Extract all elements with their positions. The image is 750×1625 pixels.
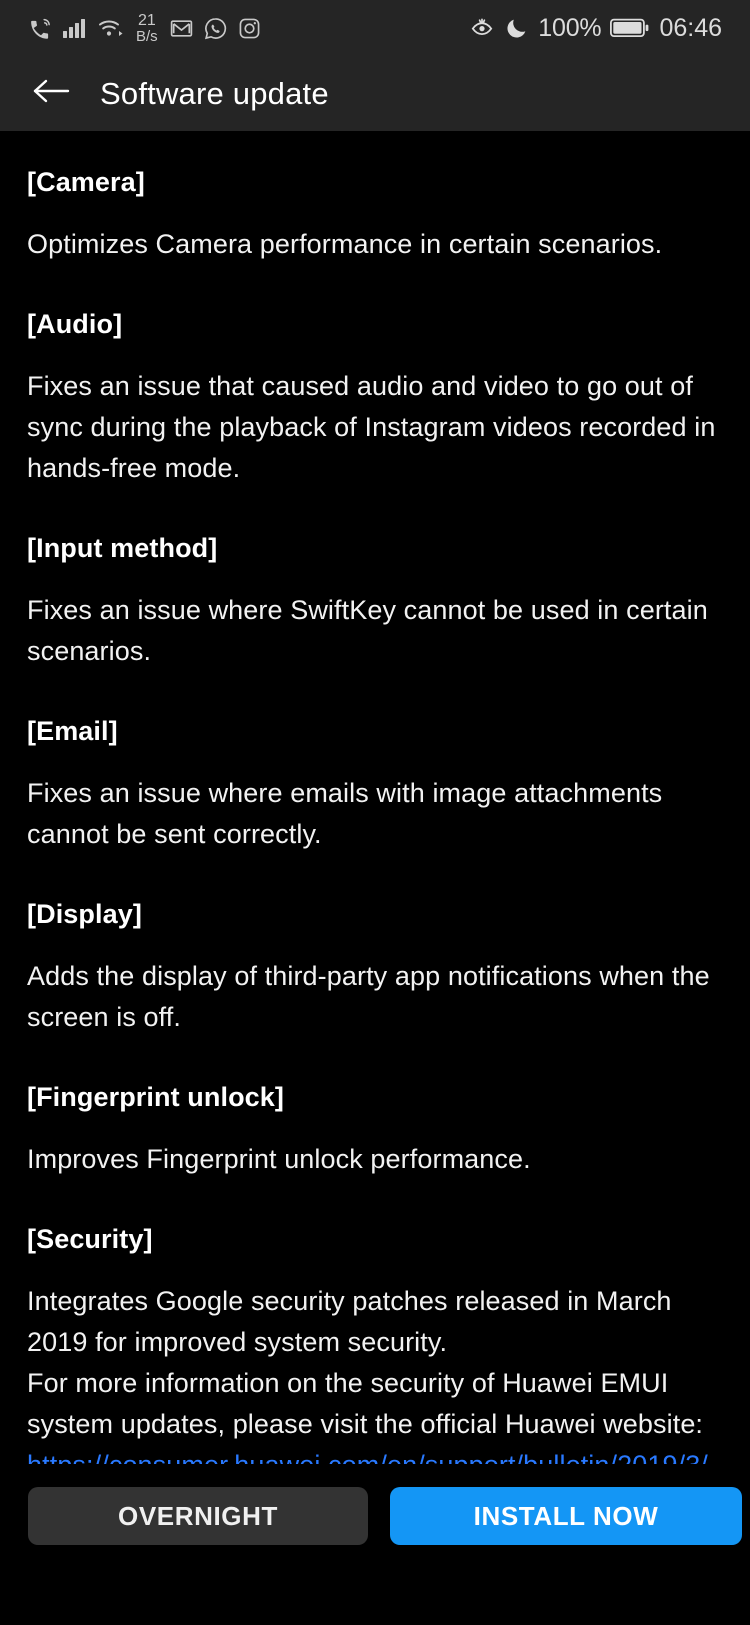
section-body-audio: Fixes an issue that caused audio and vid…: [27, 371, 716, 484]
action-button-bar: OVERNIGHT INSTALL NOW: [0, 1464, 750, 1625]
back-arrow-icon: [31, 75, 71, 112]
section-heading-fingerprint-unlock: [Fingerprint unlock]: [27, 1082, 284, 1113]
status-bar-right: 100% 06:46: [469, 14, 722, 43]
app-bar: Software update: [0, 56, 750, 131]
security-paragraph-1: Integrates Google security patches relea…: [27, 1286, 672, 1358]
section-body-camera: Optimizes Camera performance in certain …: [27, 229, 663, 259]
battery-full-icon: [610, 17, 650, 39]
whatsapp-icon: [203, 16, 228, 41]
data-rate-unit: B/s: [136, 27, 158, 45]
status-bar-left: 21 B/s: [28, 11, 262, 45]
install-now-button[interactable]: INSTALL NOW: [390, 1487, 742, 1545]
wifi-icon: [97, 16, 125, 40]
release-notes-scroll-area[interactable]: [Camera] Optimizes Camera performance in…: [0, 131, 750, 1464]
section-body-display: Adds the display of third-party app noti…: [27, 961, 710, 1033]
data-rate-indicator: 21 B/s: [136, 11, 158, 45]
section-body-security: Integrates Google security patches relea…: [27, 1281, 723, 1464]
signal-bars-icon: [62, 16, 88, 40]
status-bar-clock: 06:46: [659, 13, 722, 42]
section-heading-input-method: [Input method]: [27, 533, 218, 564]
security-paragraph-2: For more information on the security of …: [27, 1368, 704, 1440]
back-button[interactable]: [28, 71, 74, 117]
release-notes-body: [Camera] Optimizes Camera performance in…: [27, 131, 723, 1464]
data-rate-value: 21: [137, 11, 156, 29]
section-body-fingerprint-unlock: Improves Fingerprint unlock performance.: [27, 1144, 531, 1175]
missed-call-icon: [28, 16, 53, 41]
status-bar: 21 B/s 100% 06:46: [0, 0, 750, 56]
section-body-email: Fixes an issue where emails with image a…: [27, 778, 663, 850]
page-title: Software update: [100, 75, 329, 111]
huawei-bulletin-link[interactable]: https://consumer.huawei.com/en/support/b…: [27, 1450, 708, 1464]
section-body-input-method: Fixes an issue where SwiftKey cannot be …: [27, 595, 708, 667]
section-heading-camera: [Camera]: [27, 167, 145, 197]
section-heading-email: [Email]: [27, 716, 118, 747]
section-heading-audio: [Audio]: [27, 309, 123, 340]
overnight-button[interactable]: OVERNIGHT: [28, 1487, 368, 1545]
eye-comfort-icon: [469, 16, 495, 40]
gmail-icon: [169, 16, 194, 41]
section-heading-security: [Security]: [27, 1224, 153, 1255]
phone-screen: 21 B/s 100% 06:46 Software update [Camer…: [0, 0, 750, 1625]
section-heading-display: [Display]: [27, 899, 142, 930]
do-not-disturb-icon: [504, 16, 529, 41]
battery-percent-label: 100%: [538, 13, 602, 42]
instagram-icon: [237, 16, 262, 41]
